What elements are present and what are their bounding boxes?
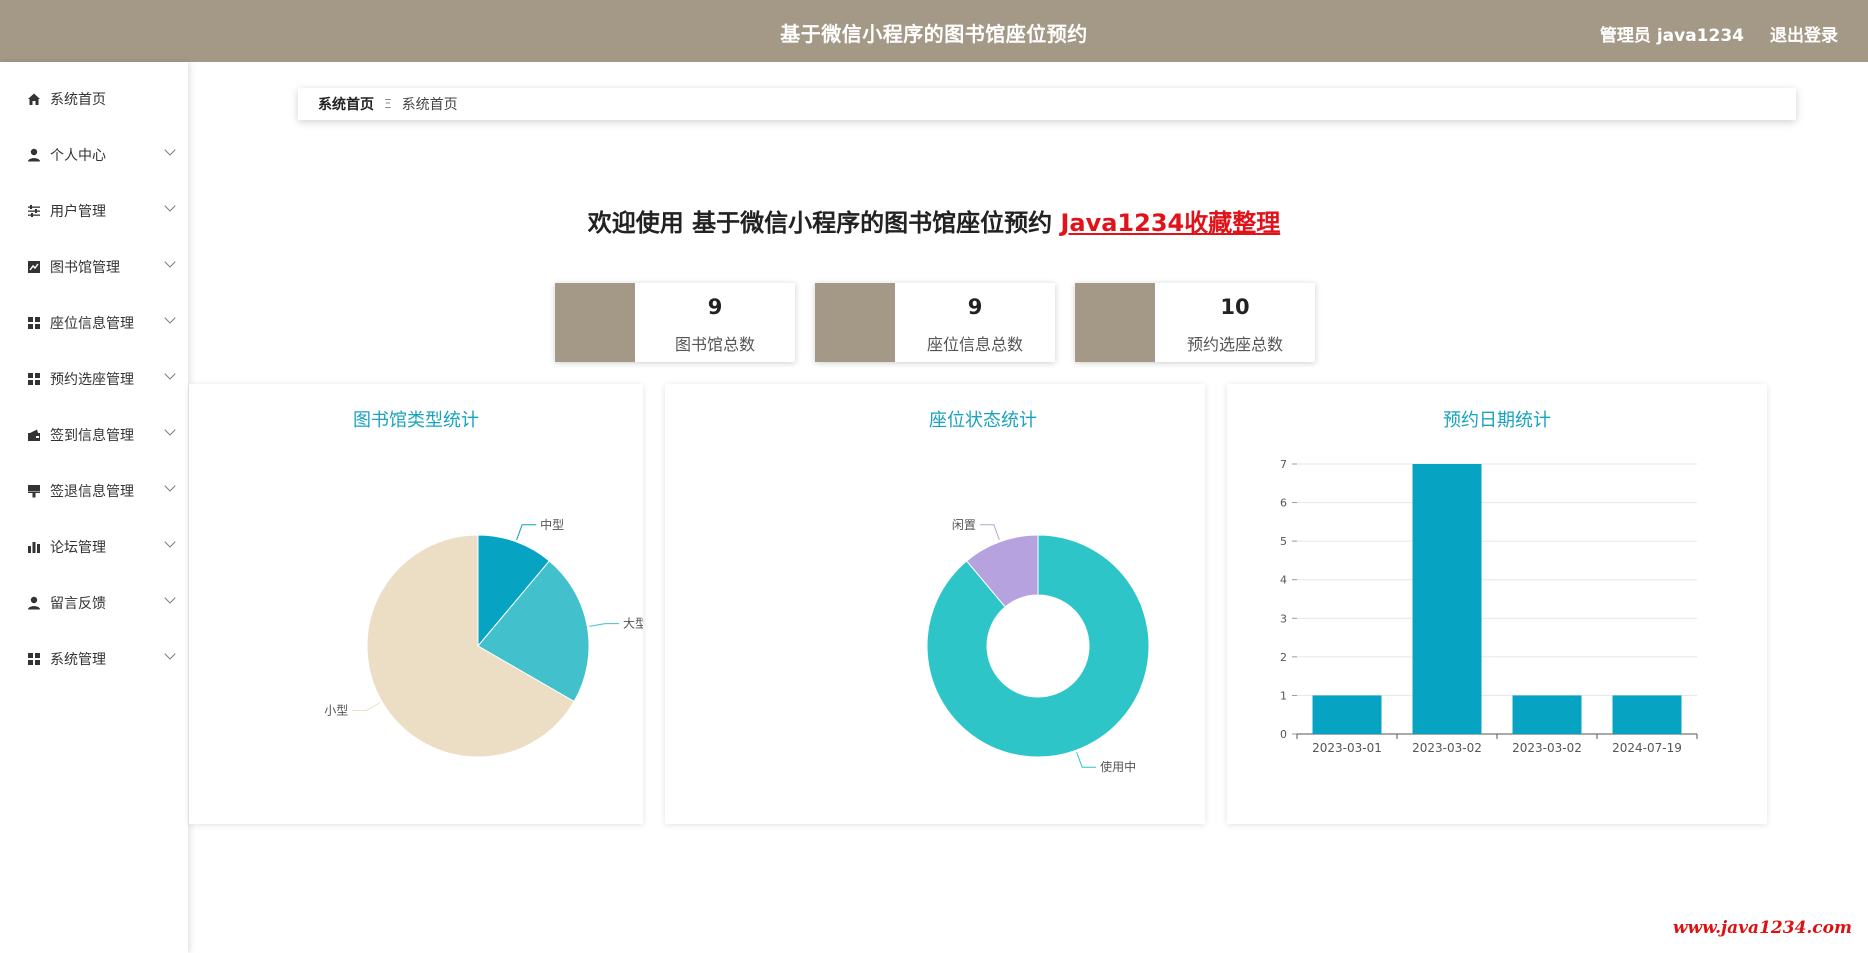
- pie-label: 大型: [623, 617, 643, 631]
- chevron-down-icon: [164, 648, 176, 660]
- sidebar-item-label: 图书馆管理: [50, 260, 120, 276]
- chevron-down-icon: [164, 312, 176, 324]
- sidebar-item-label: 签退信息管理: [50, 484, 134, 500]
- watermark: www.java1234.com: [1672, 918, 1852, 938]
- x-tick-label: 2023-03-02: [1412, 741, 1482, 755]
- stat-swatch: [815, 283, 895, 362]
- stat-value: 9: [707, 295, 723, 319]
- stat-label: 预约选座总数: [1186, 335, 1283, 354]
- y-tick-label: 2: [1280, 651, 1287, 664]
- current-user[interactable]: 管理员 java1234: [1600, 21, 1744, 46]
- sidebar-item-forum-management[interactable]: 论坛管理: [0, 519, 188, 575]
- stat-value: 9: [967, 295, 983, 319]
- y-tick-label: 0: [1280, 728, 1287, 741]
- trend-chart-icon: [26, 259, 42, 275]
- breadcrumb-root[interactable]: 系统首页: [318, 94, 374, 114]
- bar[interactable]: [1612, 695, 1682, 734]
- pie-label: 小型: [324, 704, 348, 718]
- pie-label: 闲置: [952, 518, 976, 532]
- sidebar-item-label: 系统管理: [50, 652, 106, 668]
- grid-icon: [26, 371, 42, 387]
- chevron-down-icon: [164, 536, 176, 548]
- bar[interactable]: [1412, 464, 1482, 734]
- breadcrumb: 系统首页 Ξ 系统首页: [298, 88, 1796, 120]
- user-icon: [26, 595, 42, 611]
- library-type-pie-chart: 中型大型小型: [324, 517, 643, 758]
- pie-label-line: [979, 524, 1000, 540]
- stat-card-reservation: 10 预约选座总数: [1075, 283, 1315, 362]
- chart-card-library-type: 图书馆类型统计 中型 大型 小型: [189, 384, 643, 824]
- stat-card-library: 9 图书馆总数: [555, 283, 795, 362]
- pie-label: 中型: [540, 517, 564, 532]
- user-icon: [26, 147, 42, 163]
- sidebar-item-personal-center[interactable]: 个人中心: [0, 127, 188, 183]
- app-title: 基于微信小程序的图书馆座位预约: [780, 22, 1088, 46]
- chevron-down-icon: [164, 592, 176, 604]
- stat-value: 10: [1220, 295, 1250, 319]
- chevron-down-icon: [164, 144, 176, 156]
- sidebar-item-reservation-management[interactable]: 预约选座管理: [0, 351, 188, 407]
- sidebar-item-library-management[interactable]: 图书馆管理: [0, 239, 188, 295]
- stat-label: 图书馆总数: [674, 335, 755, 354]
- sidebar-item-system-management[interactable]: 系统管理: [0, 631, 188, 687]
- stat-swatch: [555, 283, 635, 362]
- sidebar-item-home[interactable]: 系统首页: [0, 71, 188, 127]
- y-tick-label: 6: [1280, 497, 1287, 510]
- chevron-down-icon: [164, 256, 176, 268]
- breadcrumb-separator: Ξ: [384, 97, 392, 111]
- welcome-heading: 欢迎使用 基于微信小程序的图书馆座位预约 Java1234收藏整理: [0, 203, 1868, 238]
- sidebar-item-checkin-management[interactable]: 签到信息管理: [0, 407, 188, 463]
- sidebar: 系统首页 个人中心 用户管理 图书馆管理 座位信息管理 预约选座管理 签到信息管…: [0, 62, 188, 953]
- sidebar-item-label: 论坛管理: [50, 540, 106, 556]
- y-tick-label: 4: [1280, 574, 1287, 587]
- wallet-icon: [26, 427, 42, 443]
- welcome-link[interactable]: Java1234收藏整理: [1060, 209, 1280, 237]
- chevron-down-icon: [164, 480, 176, 492]
- y-tick-label: 1: [1280, 689, 1287, 702]
- pie-label-line: [516, 524, 537, 540]
- chart-card-reservation-date: 预约日期统计 0 1 2 3 4 5 6 7 2023-03-01 2023-03-02 2023-…: [1227, 384, 1767, 824]
- pie-label-line: [589, 623, 620, 627]
- welcome-text: 欢迎使用 基于微信小程序的图书馆座位预约: [587, 209, 1061, 237]
- breadcrumb-current: 系统首页: [401, 97, 458, 113]
- chart-card-seat-status: 座位状态统计 使用中 闲置: [665, 384, 1205, 824]
- x-tick-label: 2023-03-02: [1512, 741, 1582, 755]
- y-tick-label: 3: [1280, 612, 1287, 625]
- sidebar-item-label: 个人中心: [50, 148, 106, 164]
- stat-card-seat: 9 座位信息总数: [815, 283, 1055, 362]
- bar-chart-icon: [26, 539, 42, 555]
- sidebar-item-label: 系统首页: [50, 92, 106, 108]
- home-icon: [26, 91, 42, 107]
- stamp-icon: [26, 483, 42, 499]
- sidebar-item-label: 签到信息管理: [50, 428, 134, 444]
- sidebar-item-seat-management[interactable]: 座位信息管理: [0, 295, 188, 351]
- grid-icon: [26, 651, 42, 667]
- sidebar-item-feedback[interactable]: 留言反馈: [0, 575, 188, 631]
- stat-swatch: [1075, 283, 1155, 362]
- bar[interactable]: [1312, 695, 1382, 734]
- pie-label-line: [352, 702, 381, 711]
- pie-label: 使用中: [1100, 759, 1136, 774]
- y-tick-label: 7: [1280, 458, 1287, 471]
- y-tick-label: 5: [1280, 535, 1287, 548]
- grid-icon: [26, 315, 42, 331]
- pie-label-line: [1076, 752, 1097, 768]
- bar[interactable]: [1512, 695, 1582, 734]
- sidebar-item-checkout-management[interactable]: 签退信息管理: [0, 463, 188, 519]
- sidebar-item-label: 预约选座管理: [50, 372, 134, 388]
- x-tick-label: 2024-07-19: [1612, 741, 1682, 755]
- chevron-down-icon: [164, 368, 176, 380]
- stat-label: 座位信息总数: [926, 335, 1023, 354]
- chevron-down-icon: [164, 424, 176, 436]
- sidebar-item-label: 座位信息管理: [50, 316, 134, 332]
- x-tick-label: 2023-03-01: [1312, 741, 1382, 755]
- sidebar-item-label: 留言反馈: [50, 596, 106, 612]
- logout-button[interactable]: 退出登录: [1770, 21, 1838, 46]
- top-header: 基于微信小程序的图书馆座位预约 管理员 java1234 退出登录: [0, 0, 1868, 62]
- seat-status-donut-chart: 使用中 闲置: [926, 518, 1150, 774]
- reservation-date-bar-chart: 0 1 2 3 4 5 6 7 2023-03-01 2023-03-02 2023-03-02 20…: [1280, 458, 1698, 755]
